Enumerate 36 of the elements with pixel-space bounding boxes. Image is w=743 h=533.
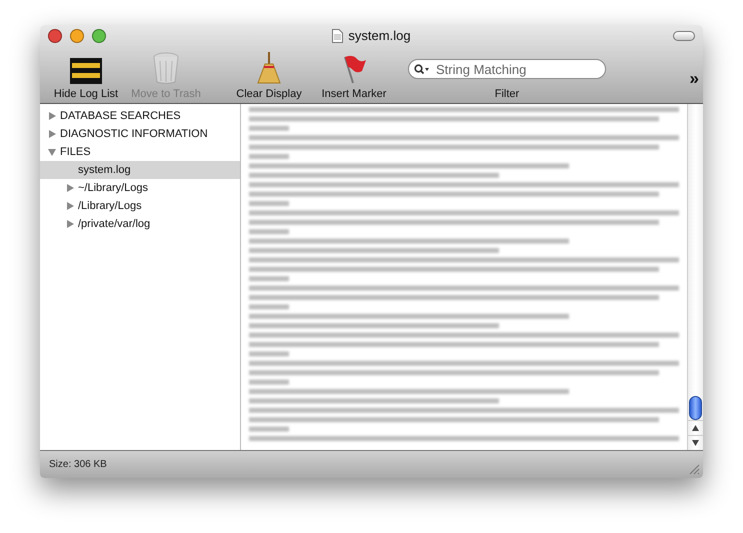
- status-text: Size: 306 KB: [49, 459, 107, 470]
- filter-label: Filter: [494, 88, 520, 100]
- scroll-down-arrow-icon[interactable]: [692, 440, 699, 446]
- flag-icon: [341, 54, 367, 84]
- collapsed-triangle-icon[interactable]: [48, 112, 56, 120]
- broom-icon: [257, 52, 281, 84]
- collapsed-triangle-icon[interactable]: [48, 130, 56, 138]
- scroll-bar[interactable]: [687, 104, 703, 450]
- collapsed-triangle-icon[interactable]: [66, 184, 74, 192]
- minimize-button[interactable]: [70, 29, 84, 43]
- toolbar-toggle-button[interactable]: [673, 31, 695, 41]
- console-display-icon: [70, 58, 102, 84]
- sidebar-item[interactable]: /Library/Logs: [40, 197, 240, 215]
- toolbar-button[interactable]: Clear Display: [224, 47, 314, 103]
- search-icon[interactable]: [414, 64, 430, 74]
- zoom-button[interactable]: [92, 29, 106, 43]
- sidebar-item[interactable]: FILES: [40, 143, 240, 161]
- trash-icon: [153, 52, 179, 84]
- search-field[interactable]: String Matching: [408, 59, 606, 79]
- document-icon: [332, 28, 344, 42]
- expanded-triangle-icon[interactable]: [48, 148, 56, 156]
- sidebar-item[interactable]: system.log: [40, 161, 240, 179]
- toolbar-button[interactable]: Insert Marker: [314, 47, 394, 103]
- toolbar-button[interactable]: Hide Log List: [46, 47, 126, 103]
- scroll-thumb[interactable]: [689, 396, 702, 420]
- sidebar-item[interactable]: ~/Library/Logs: [40, 179, 240, 197]
- sidebar-item[interactable]: DIAGNOSTIC INFORMATION: [40, 125, 240, 143]
- sidebar-item[interactable]: DATABASE SEARCHES: [40, 107, 240, 125]
- resize-grip-icon[interactable]: [689, 464, 700, 475]
- window-title: system.log: [348, 28, 411, 43]
- overflow-button[interactable]: »: [690, 69, 699, 89]
- sidebar-item[interactable]: /private/var/log: [40, 215, 240, 233]
- close-button[interactable]: [48, 29, 62, 43]
- collapsed-triangle-icon[interactable]: [66, 220, 74, 228]
- scroll-up-arrow-icon[interactable]: [692, 425, 699, 431]
- collapsed-triangle-icon[interactable]: [66, 202, 74, 210]
